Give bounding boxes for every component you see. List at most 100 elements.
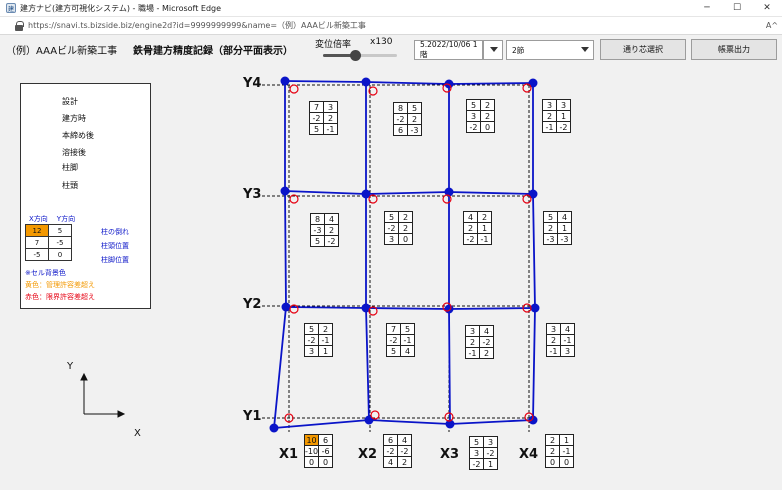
- cell-table-y2-x2[interactable]: 7 5 -2 -1 5 4: [386, 323, 415, 357]
- cell-value: 5: [310, 235, 325, 247]
- cell-value: 0: [480, 121, 495, 133]
- cell-value: 5: [469, 436, 484, 448]
- legend-design: 設計: [62, 95, 78, 107]
- axis-label-x2: X2: [358, 447, 378, 462]
- cell-value: 2: [479, 347, 494, 359]
- cell-value: 2: [324, 224, 339, 236]
- cell-value: 2: [546, 334, 561, 346]
- cell-value: 1: [559, 434, 574, 446]
- cell-table-y1-x4[interactable]: 2 1 2 -1 0 0: [545, 434, 574, 468]
- legend-note-base: 柱脚位置: [101, 256, 129, 264]
- sample-cell: 7: [25, 236, 49, 249]
- cell-value: -1: [400, 334, 415, 346]
- legend-note-head: 柱頭位置: [101, 242, 129, 250]
- cell-value: 0: [559, 456, 574, 468]
- cell-value: -1: [542, 121, 557, 133]
- legend-cell-color-note: ※セル背景色: [25, 269, 66, 277]
- cell-table-y3-x2[interactable]: 5 2 -2 2 3 0: [384, 211, 413, 245]
- cell-value: 5: [466, 99, 481, 111]
- cell-table-y2-x3[interactable]: 3 4 2 -2 -1 2: [465, 325, 494, 359]
- column-head[interactable]: [528, 78, 538, 88]
- column-head[interactable]: [280, 186, 290, 196]
- cell-table-y4-x3[interactable]: 5 2 3 2 -2 0: [466, 99, 495, 133]
- cell-value: -2: [469, 458, 484, 470]
- cell-value: -2: [466, 121, 481, 133]
- cell-table-y1-x3[interactable]: 5 3 3 -2 -2 1: [469, 436, 498, 470]
- cell-value: 6: [393, 124, 408, 136]
- cell-value: -2: [463, 233, 478, 245]
- cell-value: 3: [556, 99, 571, 111]
- column-head[interactable]: [528, 189, 538, 199]
- cell-value: 5: [543, 211, 558, 223]
- column-head[interactable]: [280, 76, 290, 86]
- cell-value: 0: [318, 456, 334, 468]
- column-head[interactable]: [364, 415, 374, 425]
- legend-base-label: 柱脚: [62, 162, 78, 172]
- legend-final-label: 本締め後: [62, 130, 94, 140]
- cell-value: 4: [557, 211, 572, 223]
- cell-value: 1: [477, 222, 492, 234]
- cell-value: 2: [463, 222, 478, 234]
- erection-line-x2: [365, 82, 370, 421]
- cell-value: 3: [560, 345, 575, 357]
- legend-x-dir: X方向: [29, 215, 48, 223]
- erection-line-y3: [284, 190, 534, 195]
- cell-value: 3: [384, 233, 399, 245]
- cell-table-y3-x3[interactable]: 4 2 2 1 -2 -1: [463, 211, 492, 245]
- cell-value: 1: [557, 222, 572, 234]
- column-head[interactable]: [281, 302, 291, 312]
- cell-value: 3: [465, 325, 480, 337]
- cell-table-y3-x4[interactable]: 5 4 2 1 -3 -3: [543, 211, 572, 245]
- cell-value: 5: [309, 123, 324, 135]
- axis-label-y4: Y4: [243, 76, 262, 91]
- app-window: { "window": {"title": "建方ナビ(建方可視化システム) -…: [0, 0, 782, 490]
- cell-table-y2-x4[interactable]: 3 4 2 -1 -1 3: [546, 323, 575, 357]
- sample-cell: -5: [25, 248, 49, 261]
- cell-table-y4-x2[interactable]: 8 5 -2 2 6 -3: [393, 102, 422, 136]
- cell-table-y2-x1[interactable]: 5 2 -2 -1 3 1: [304, 323, 333, 357]
- column-head[interactable]: [269, 423, 279, 433]
- legend-panel: 設計 建方時 本締め後 溶接後 柱脚 柱頭 X方向 Y方向 12 5 7 -5 -5…: [20, 83, 151, 309]
- cell-value: 3: [466, 110, 481, 122]
- cell-value: 2: [323, 112, 338, 124]
- cell-value: 3: [542, 99, 557, 111]
- cell-value: 8: [310, 213, 325, 225]
- cell-value: 5: [407, 102, 422, 114]
- cell-value: -3: [407, 124, 422, 136]
- sample-cell: 5: [48, 224, 72, 237]
- cell-table-y4-x4[interactable]: 3 3 2 1 -1 -2: [542, 99, 571, 133]
- legend-yellow-note: 黄色：管理許容差超え: [25, 281, 95, 289]
- legend-y-dir: Y方向: [56, 215, 76, 223]
- column-base[interactable]: [289, 84, 299, 94]
- compass: [80, 372, 126, 418]
- cell-value: -10: [303, 445, 320, 457]
- legend-head-label: 柱頭: [62, 180, 78, 190]
- cell-value: 5: [386, 345, 401, 357]
- cell-value: 5: [304, 323, 319, 335]
- cell-table-y4-x1[interactable]: 7 3 -2 2 5 -1: [309, 101, 338, 135]
- cell-value: -1: [477, 233, 492, 245]
- column-head[interactable]: [361, 77, 371, 87]
- column-head[interactable]: [444, 304, 454, 314]
- cell-value: -2: [393, 113, 408, 125]
- cell-table-y3-x1[interactable]: 8 4 -3 2 5 -2: [310, 213, 339, 247]
- axis-label-x4: X4: [519, 447, 539, 462]
- cell-value: 3: [469, 447, 484, 459]
- legend-erection: 建方時: [62, 112, 86, 124]
- cell-value: 0: [398, 233, 413, 245]
- cell-value: -6: [318, 445, 334, 457]
- column-head[interactable]: [530, 303, 540, 313]
- cell-value: 10: [303, 434, 320, 446]
- cell-value: 1: [318, 345, 333, 357]
- cell-value: -2: [309, 112, 324, 124]
- cell-value: 2: [545, 445, 560, 457]
- cell-value: -2: [397, 445, 412, 457]
- cell-value: -1: [559, 445, 574, 457]
- legend-weld: 溶接後: [62, 146, 86, 158]
- cell-value: 5: [400, 323, 415, 335]
- cell-table-y1-x2[interactable]: 6 4 -2 -2 4 2: [383, 434, 412, 468]
- cell-value: 4: [397, 434, 412, 446]
- cell-value: 6: [383, 434, 398, 446]
- compass-x-head: [117, 410, 126, 418]
- cell-table-y1-x1[interactable]: 10 6 -10 -6 0 0: [303, 434, 334, 468]
